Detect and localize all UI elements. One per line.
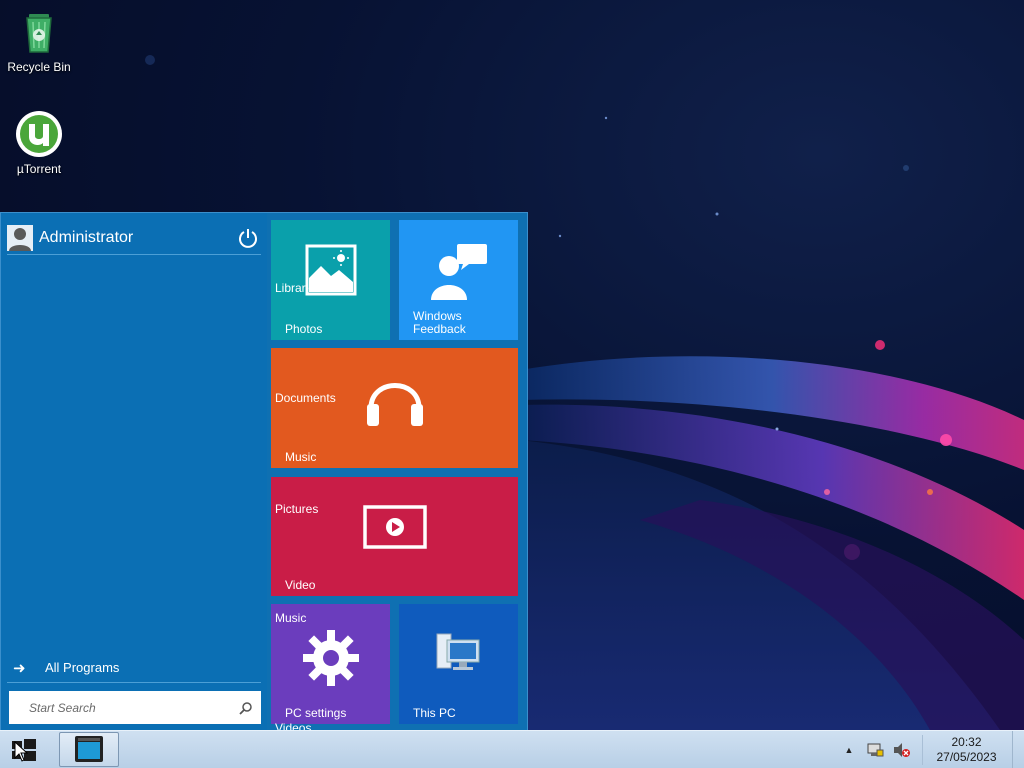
music-label: Music	[285, 450, 317, 464]
recycle-bin-icon	[26, 14, 52, 53]
show-desktop-button[interactable]	[1012, 731, 1024, 768]
music-tile[interactable]: Documents Music	[271, 348, 518, 468]
feedback-label-line2: Feedback	[413, 322, 466, 336]
video-label: Video	[285, 578, 316, 592]
utorrent-label: µTorrent	[16, 162, 62, 176]
clock[interactable]: 20:32 27/05/2023	[922, 735, 1006, 765]
headphones-icon	[367, 383, 423, 426]
start-search-box[interactable]	[9, 691, 261, 724]
clock-time: 20:32	[951, 735, 982, 749]
pc-settings-tile[interactable]: Music PC settings	[271, 604, 390, 724]
this-pc-label: This PC	[413, 706, 456, 720]
utorrent-icon	[16, 111, 62, 157]
start-search-input[interactable]	[29, 700, 239, 715]
video-icon	[363, 505, 427, 549]
recycle-bin-label: Recycle Bin	[7, 60, 71, 74]
system-tray: ▲ 20:32 27/05/2023	[836, 731, 1024, 768]
user-row[interactable]: Administrator	[7, 221, 261, 255]
show-hidden-icons-icon[interactable]: ▲	[839, 740, 859, 760]
clock-date: 27/05/2023	[936, 750, 997, 764]
network-icon[interactable]	[865, 740, 885, 760]
taskbar-app-button[interactable]	[59, 732, 119, 767]
start-menu-left-pane: Administrator ➜ All Programs	[1, 213, 267, 733]
start-menu: Administrator ➜ All Programs Libraries	[0, 212, 528, 735]
taskbar: ▲ 20:32 27/05/2023	[0, 730, 1024, 768]
photos-label: Photos	[285, 322, 323, 336]
photos-tile[interactable]: Libraries Photos	[271, 220, 390, 340]
mouse-cursor-icon	[14, 741, 28, 762]
gear-icon	[303, 630, 359, 686]
utorrent-desktop-icon[interactable]: µTorrent	[1, 110, 77, 176]
feedback-label-line1: Windows	[413, 309, 462, 323]
all-programs-label: All Programs	[45, 660, 120, 675]
feedback-icon	[431, 244, 487, 300]
this-pc-tile[interactable]: This PC	[399, 604, 518, 724]
power-icon[interactable]	[237, 227, 259, 249]
user-avatar-icon	[7, 224, 33, 251]
pc-settings-label: PC settings	[285, 706, 347, 720]
recycle-bin-desktop-icon[interactable]: Recycle Bin	[1, 8, 77, 74]
pc-settings-overlay-top: Music	[275, 611, 307, 625]
windows-feedback-label: Windows Feedback	[413, 310, 466, 336]
search-icon[interactable]	[239, 701, 253, 715]
music-overlay-label: Documents	[275, 391, 336, 405]
video-tile[interactable]: Pictures Video	[271, 477, 518, 596]
windows-feedback-tile[interactable]: Windows Feedback	[399, 220, 518, 340]
arrow-right-icon: ➜	[13, 659, 26, 677]
user-name: Administrator	[39, 228, 134, 246]
app-window-icon	[75, 736, 103, 762]
video-overlay-label: Pictures	[275, 502, 319, 516]
all-programs-button[interactable]: ➜ All Programs	[7, 653, 261, 683]
computer-icon	[436, 633, 480, 670]
photos-overlay-label: Libraries	[275, 281, 322, 295]
volume-muted-icon[interactable]	[891, 740, 911, 760]
